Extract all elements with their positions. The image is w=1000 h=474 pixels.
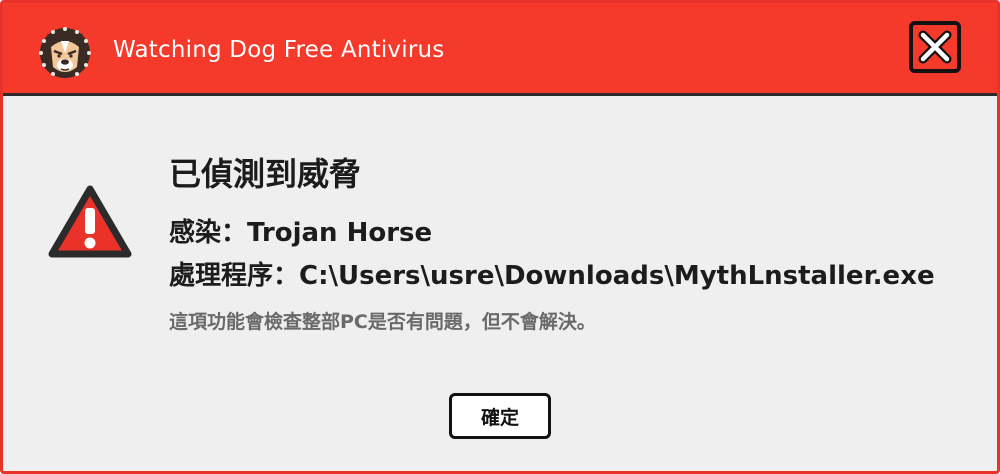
ok-button[interactable]: 確定 <box>449 393 551 439</box>
infection-label: 感染： <box>169 218 248 248</box>
close-icon <box>918 30 952 64</box>
process-path: C:\Users\usre\Downloads\MythLnstaller.ex… <box>299 261 935 291</box>
alert-heading: 已偵測到威脅 <box>169 155 362 193</box>
alert-window: Watching Dog Free Antivirus 已偵測到威脅 感染：Tr… <box>0 0 1000 474</box>
title-bar: Watching Dog Free Antivirus <box>3 3 997 96</box>
alert-note: 這項功能會檢查整部PC是否有問題，但不會解決。 <box>169 311 596 333</box>
infection-line: 感染：Trojan Horse <box>169 212 432 249</box>
infection-value: Trojan Horse <box>247 218 433 248</box>
process-label: 處理程序： <box>169 261 300 291</box>
window-title: Watching Dog Free Antivirus <box>113 37 445 63</box>
warning-triangle-icon <box>48 185 132 258</box>
dog-face-icon <box>39 27 91 78</box>
close-button[interactable] <box>909 21 961 73</box>
process-line: 處理程序：C:\Users\usre\Downloads\MythLnstall… <box>169 255 935 292</box>
